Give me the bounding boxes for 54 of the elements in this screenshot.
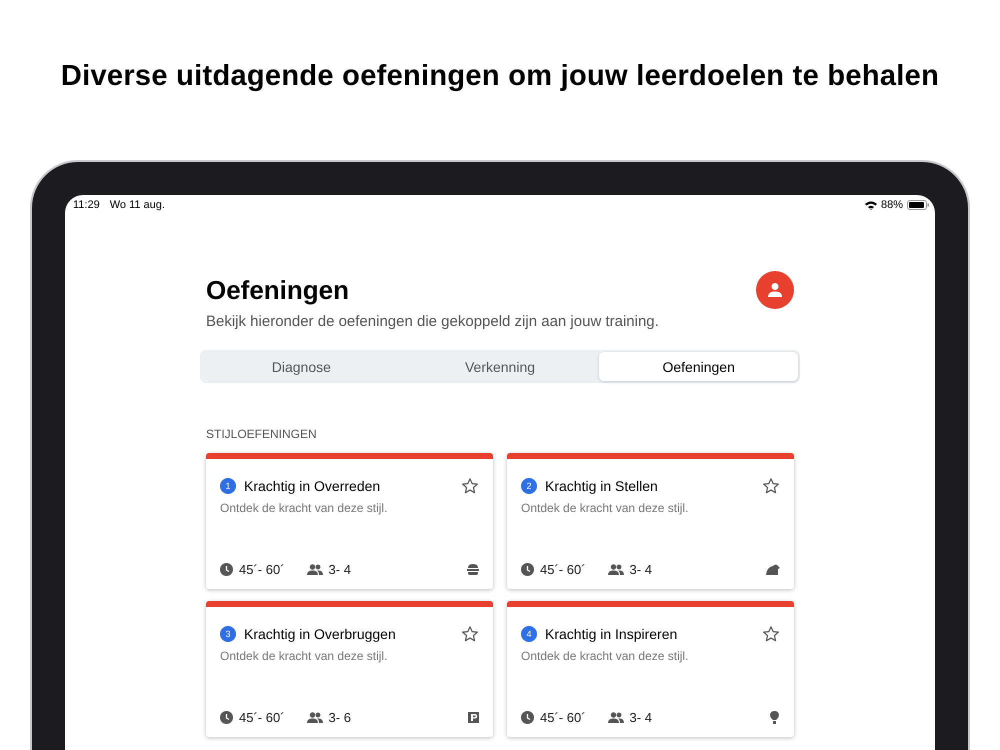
card-title: Krachtig in Stellen — [545, 478, 659, 494]
star-icon[interactable] — [762, 625, 780, 643]
group-size: 3- 4 — [630, 710, 652, 725]
people-icon — [306, 564, 323, 575]
wifi-icon — [864, 200, 877, 210]
card-title: Krachtig in Overbruggen — [244, 626, 397, 642]
star-icon[interactable] — [461, 625, 479, 643]
group-size: 3- 4 — [630, 562, 652, 577]
page-title: Oefeningen — [206, 274, 350, 306]
profile-button[interactable] — [756, 271, 794, 309]
group-size: 3- 6 — [328, 710, 351, 725]
people-icon — [306, 712, 323, 723]
status-time: 11:29 — [73, 199, 100, 211]
duration: 45´- 60´ — [239, 562, 285, 577]
number-badge: 3 — [220, 626, 236, 642]
duration: 45´- 60´ — [540, 710, 586, 725]
card-description: Ontdek de kracht van deze stijl. — [521, 649, 690, 665]
card-title: Krachtig in Inspireren — [545, 626, 678, 642]
burger-icon — [467, 564, 479, 575]
exercise-card[interactable]: 4 Krachtig in Inspireren Ontdek de kracht van deze stijl. 45´- 60´ 3- 4 — [507, 601, 794, 737]
exercise-card[interactable]: 1 Krachtig in Overreden Ontdek de kracht van deze stijl. 45´- 60´ 3- 4 — [206, 453, 493, 589]
card-title: Krachtig in Overreden — [244, 478, 382, 494]
clock-icon — [521, 563, 534, 576]
clock-icon — [220, 563, 233, 576]
hot-air-balloon-icon — [769, 711, 780, 724]
card-description: Ontdek de kracht van deze stijl. — [220, 649, 388, 665]
star-icon[interactable] — [461, 477, 479, 495]
tab[interactable]: Oefeningen — [599, 352, 798, 381]
people-icon — [608, 564, 624, 575]
animal-icon — [766, 564, 780, 575]
status-date: Wo 11 aug. — [110, 199, 165, 211]
person-icon — [767, 282, 783, 298]
tab[interactable]: Verkenning — [400, 352, 600, 381]
people-icon — [608, 712, 624, 723]
card-description: Ontdek de kracht van deze stijl. — [521, 501, 690, 517]
exercise-card[interactable]: 2 Krachtig in Stellen Ontdek de kracht van deze stijl. 45´- 60´ 3- 4 — [507, 453, 794, 589]
number-badge: 4 — [521, 626, 537, 642]
duration: 45´- 60´ — [540, 562, 586, 577]
number-badge: 2 — [521, 478, 537, 494]
page-subtitle: Bekijk hieronder de oefeningen die gekoppeld zijn aan jouw training. — [206, 313, 660, 330]
battery-percentage: 88% — [880, 199, 903, 211]
battery-icon — [907, 200, 929, 210]
sign-icon — [468, 712, 479, 723]
group-size: 3- 4 — [328, 562, 351, 577]
number-badge: 1 — [220, 478, 236, 494]
exercise-card[interactable]: 3 Krachtig in Overbruggen Ontdek de kracht van deze stijl. 45´- 60´ 3- 6 — [206, 601, 493, 737]
card-description: Ontdek de kracht van deze stijl. — [220, 501, 388, 517]
section-heading: STIJLOEFENINGEN — [206, 427, 318, 441]
duration: 45´- 60´ — [239, 710, 285, 725]
clock-icon — [220, 711, 233, 724]
headline: Diverse uitdagende oefeningen om jouw leerdoelen te behalen — [60, 59, 940, 94]
clock-icon — [521, 711, 534, 724]
star-icon[interactable] — [762, 477, 780, 495]
tab[interactable]: Diagnose — [202, 352, 401, 381]
